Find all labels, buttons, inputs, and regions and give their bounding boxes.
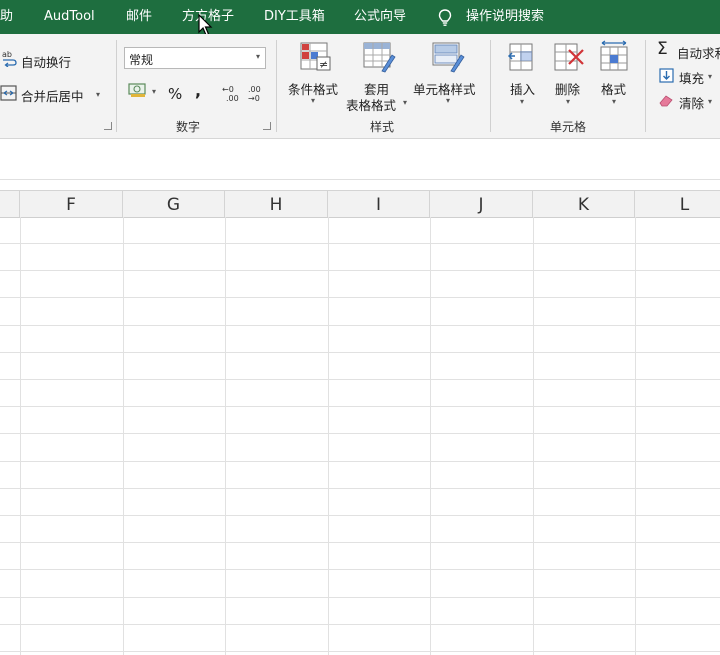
column-header-k[interactable]: K <box>533 191 635 217</box>
tell-me-search[interactable]: 操作说明搜索 <box>466 0 544 34</box>
alignment-launcher-icon[interactable] <box>104 122 112 130</box>
grid-column-line <box>123 217 124 655</box>
format-dropdown-icon[interactable]: ▾ <box>612 97 616 106</box>
lightbulb-icon <box>438 9 452 26</box>
svg-text:ab: ab <box>2 50 12 59</box>
grid-row-line <box>0 461 720 462</box>
formula-bar[interactable] <box>0 139 720 180</box>
group-separator <box>490 40 491 132</box>
column-header-j[interactable]: J <box>430 191 533 217</box>
grid-row-line <box>0 624 720 625</box>
column-header-row: F G H I J K L <box>0 190 720 218</box>
tab-audtool[interactable]: AudTool <box>44 0 95 34</box>
increase-decimal-icon[interactable]: ←0 .00 <box>221 84 243 102</box>
grid-row-line <box>0 488 720 489</box>
decrease-decimal-icon[interactable]: .00 →0 <box>245 84 267 102</box>
autosum-button[interactable]: 自动求和 <box>677 43 720 62</box>
clear-button[interactable]: 清除 <box>679 93 704 112</box>
eraser-icon <box>659 95 673 107</box>
grid-row-line <box>0 569 720 570</box>
clear-dropdown-icon[interactable]: ▾ <box>708 97 712 106</box>
grid-column-line <box>328 217 329 655</box>
group-separator <box>276 40 277 132</box>
grid-column-line <box>533 217 534 655</box>
column-header-g[interactable]: G <box>123 191 225 217</box>
cells-group-label: 单元格 <box>549 120 586 134</box>
svg-text:.00: .00 <box>226 94 239 102</box>
worksheet-grid[interactable] <box>0 217 720 655</box>
fill-icon <box>659 68 674 83</box>
grid-column-line <box>635 217 636 655</box>
number-group-label: 数字 <box>175 120 200 134</box>
styles-group-label: 样式 <box>369 120 394 134</box>
grid-row-line <box>0 433 720 434</box>
grid-column-line <box>20 217 21 655</box>
format-as-table-button[interactable]: 表格格式 <box>346 95 396 114</box>
insert-dropdown-icon[interactable]: ▾ <box>520 97 524 106</box>
accounting-format-icon[interactable] <box>127 80 149 100</box>
number-format-value: 常规 <box>129 53 154 67</box>
insert-cells-button[interactable]: 插入 <box>510 79 535 98</box>
grid-row-line <box>0 597 720 598</box>
wrap-text-button[interactable]: 自动换行 <box>21 52 71 71</box>
conditional-dropdown-icon[interactable]: ▾ <box>311 96 315 105</box>
grid-row-line <box>0 406 720 407</box>
format-table-dropdown-icon[interactable]: ▾ <box>403 98 407 107</box>
grid-row-line <box>0 270 720 271</box>
tab-mail[interactable]: 邮件 <box>126 0 152 34</box>
comma-style-button[interactable]: , <box>195 81 201 100</box>
column-header-h[interactable]: H <box>225 191 328 217</box>
format-as-table-icon <box>363 42 396 73</box>
grid-row-line <box>0 243 720 244</box>
number-launcher-icon[interactable] <box>263 122 271 130</box>
tab-formula-wizard[interactable]: 公式向导 <box>354 0 406 34</box>
grid-row-line <box>0 297 720 298</box>
column-header-f[interactable]: F <box>20 191 123 217</box>
svg-text:.00: .00 <box>248 85 261 94</box>
delete-cells-icon <box>554 43 584 71</box>
tab-help[interactable]: 助 <box>0 0 13 34</box>
column-header-i[interactable]: I <box>328 191 430 217</box>
grid-row-line <box>0 515 720 516</box>
delete-cells-button[interactable]: 删除 <box>555 79 580 98</box>
grid-row-line <box>0 379 720 380</box>
svg-text:→0: →0 <box>248 94 260 102</box>
cell-styles-dropdown-icon[interactable]: ▾ <box>446 96 450 105</box>
delete-dropdown-icon[interactable]: ▾ <box>566 97 570 106</box>
column-header-l[interactable]: L <box>635 191 720 217</box>
merge-center-button[interactable]: 合并后居中 <box>21 86 84 105</box>
format-cells-icon <box>600 40 628 71</box>
format-cells-button[interactable]: 格式 <box>601 79 626 98</box>
svg-text:≠: ≠ <box>319 58 328 71</box>
insert-cells-icon <box>507 43 533 71</box>
merge-center-icon <box>0 85 17 101</box>
wrap-text-icon: ab <box>2 50 17 67</box>
number-format-select[interactable]: 常规 ▾ <box>124 47 266 69</box>
grid-row-line <box>0 651 720 652</box>
fill-dropdown-icon[interactable]: ▾ <box>708 72 712 81</box>
svg-text:←0: ←0 <box>222 85 234 94</box>
merge-dropdown-icon[interactable]: ▾ <box>96 90 100 99</box>
autosum-icon: Σ <box>657 39 668 59</box>
chevron-down-icon: ▾ <box>255 52 260 61</box>
grid-row-line <box>0 325 720 326</box>
cell-styles-icon <box>432 42 465 73</box>
group-separator <box>645 40 646 132</box>
column-header-partial[interactable] <box>0 191 20 217</box>
grid-row-line <box>0 352 720 353</box>
tab-diy-toolbox[interactable]: DIY工具箱 <box>264 0 325 34</box>
accounting-dropdown-icon[interactable]: ▾ <box>152 87 156 96</box>
conditional-formatting-icon: ≠ <box>300 42 331 71</box>
ribbon-tab-bar: 助 AudTool 邮件 方方格子 DIY工具箱 公式向导 操作说明搜索 <box>0 0 720 36</box>
ribbon: ab 自动换行 合并后居中 ▾ 常规 ▾ ▾ % , ←0 .00 .00 →0… <box>0 34 720 139</box>
percent-style-button[interactable]: % <box>168 85 182 103</box>
grid-row-line <box>0 542 720 543</box>
grid-column-line <box>225 217 226 655</box>
fill-button[interactable]: 填充 <box>679 68 704 87</box>
group-separator <box>116 40 117 132</box>
grid-column-line <box>430 217 431 655</box>
cell-styles-button[interactable]: 单元格样式 <box>413 79 476 98</box>
